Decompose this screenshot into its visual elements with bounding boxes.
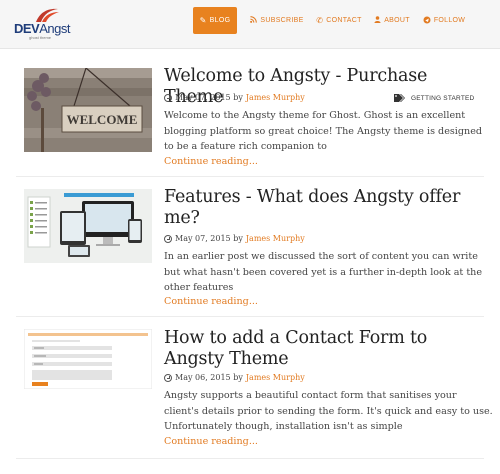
continue-reading-link[interactable]: Continue reading... [164,296,258,307]
nav-item-follow[interactable]: Follow [417,7,471,34]
site-header: DEVAngst ghost theme ✎ Blog Subscribe ✆ … [0,0,500,49]
post-excerpt: Welcome to the Angsty theme for Ghost. G… [164,110,483,152]
nav-label: About [384,17,410,24]
post-title[interactable]: How to add a Contact Form to Angsty Them… [164,328,484,370]
nav-item-about[interactable]: About [367,7,417,34]
rss-icon [250,16,258,25]
post-meta: May 06, 2015 by James Murphy [164,373,305,382]
post-title[interactable]: Features - What does Angsty offer me? [164,187,484,229]
nav-item-blog[interactable]: ✎ Blog [193,7,237,34]
pencil-icon: ✎ [199,15,207,25]
devices-mockup-image [24,189,152,263]
post-date: May 07, 2015 [175,234,231,243]
logo-tagline: ghost theme [29,35,52,40]
post-thumbnail[interactable] [24,329,152,389]
tag-label: GETTING STARTED [411,94,475,102]
post-tag[interactable]: GETTING STARTED [394,94,474,102]
main-nav: ✎ Blog Subscribe ✆ Contact About Follow [193,7,471,34]
nav-item-contact[interactable]: ✆ Contact [311,7,367,34]
nav-label: Blog [209,17,231,24]
post-author[interactable]: James Murphy [246,93,305,102]
nav-label: Subscribe [260,17,304,24]
clock-icon [164,93,172,102]
post-divider [16,316,484,317]
phone-icon: ✆ [316,15,324,25]
nav-label: Contact [326,17,362,24]
post-excerpt: Angsty supports a beautiful contact form… [164,390,493,432]
logo-wordmark: DEVAngst [14,21,70,36]
post-divider [16,458,484,459]
post-thumbnail[interactable] [24,189,152,263]
post-by: by [233,93,243,102]
post-date: May 07, 2015 [175,93,231,102]
nav-item-subscribe[interactable]: Subscribe [243,7,311,34]
tags-icon [394,94,405,102]
clock-icon [164,373,172,382]
nav-label: Follow [433,17,466,24]
continue-reading-link[interactable]: Continue reading... [164,436,258,447]
post-thumbnail[interactable]: WELCOME [24,68,152,152]
post-date: May 06, 2015 [175,373,231,382]
logo-angst: Angst [39,21,70,36]
user-icon [374,16,381,25]
post-meta: May 07, 2015 by James Murphy [164,93,305,102]
logo-dev: DEV [14,21,40,36]
post-excerpt: In an earlier post we discussed the sort… [164,251,483,293]
post-divider [16,176,484,177]
welcome-sign-image: WELCOME [24,68,152,152]
clock-icon [164,234,172,243]
contact-form-image [24,329,152,389]
post-meta: May 07, 2015 by James Murphy [164,234,305,243]
site-logo[interactable]: DEVAngst ghost theme [12,7,74,41]
post-by: by [233,234,243,243]
thumb-sign-text: WELCOME [67,112,138,127]
post-by: by [233,373,243,382]
share-icon [423,16,431,26]
post-author[interactable]: James Murphy [246,234,305,243]
continue-reading-link[interactable]: Continue reading... [164,156,258,167]
post-author[interactable]: James Murphy [246,373,305,382]
